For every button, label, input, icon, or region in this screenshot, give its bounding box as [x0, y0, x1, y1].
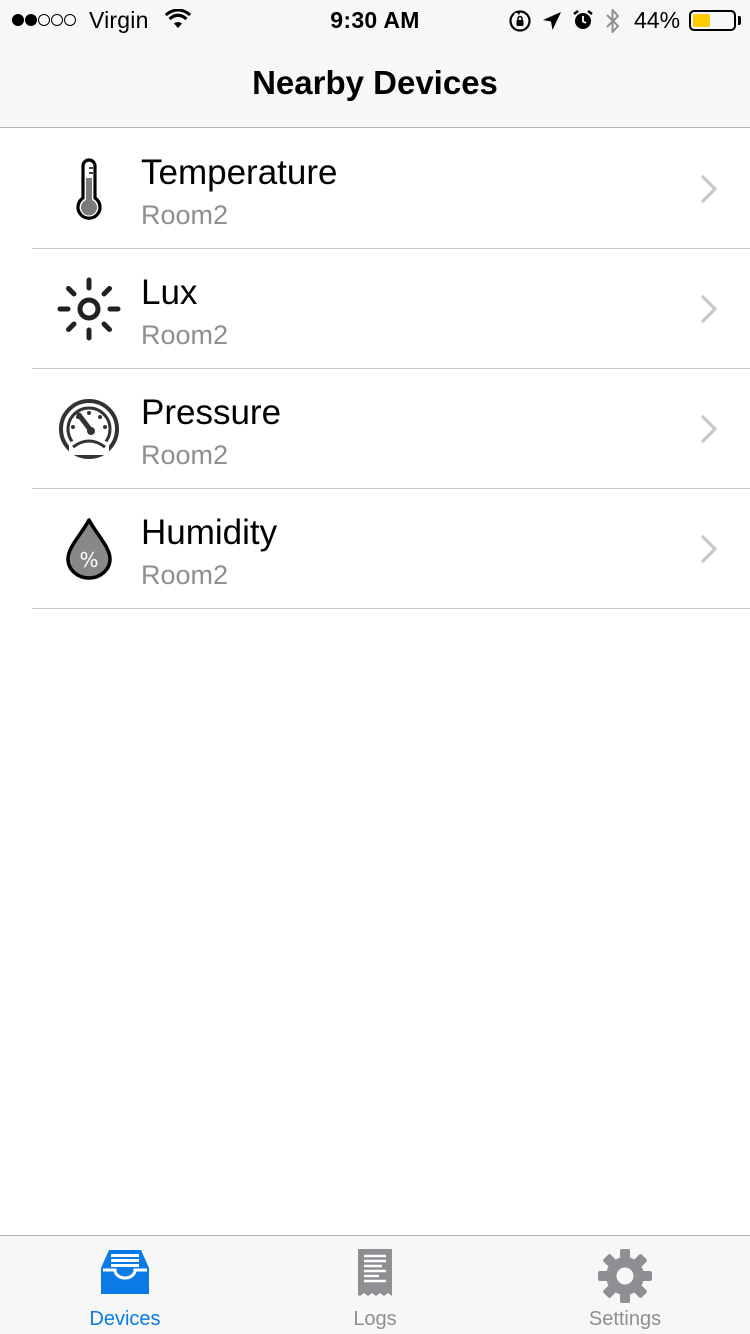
tab-logs[interactable]: Logs: [250, 1236, 500, 1334]
navigation-bar: Nearby Devices: [0, 40, 750, 128]
chevron-right-icon: [701, 415, 717, 443]
bluetooth-icon: [606, 9, 619, 33]
gauge-icon: [54, 396, 124, 462]
sun-icon: [54, 276, 124, 342]
status-bar: Virgin 9:30 AM 44%: [0, 0, 750, 40]
svg-text:%: %: [79, 548, 98, 572]
row-separator: [32, 608, 750, 609]
device-location: Room2: [141, 440, 229, 470]
tab-label: Devices: [89, 1308, 161, 1330]
device-list: Temperature Room2 Lux Room2 Pressure Roo…: [0, 129, 750, 609]
device-location: Room2: [141, 560, 229, 590]
tab-settings[interactable]: Settings: [500, 1236, 750, 1334]
chevron-right-icon: [701, 535, 717, 563]
device-row-pressure[interactable]: Pressure Room2: [0, 369, 750, 489]
device-name: Lux: [141, 273, 198, 312]
device-name: Humidity: [141, 513, 278, 552]
inbox-tray-icon: [0, 1248, 250, 1302]
rotation-lock-icon: [509, 10, 531, 32]
device-name: Pressure: [141, 393, 282, 432]
device-location: Room2: [141, 200, 229, 230]
device-name: Temperature: [141, 153, 338, 192]
page-title: Nearby Devices: [252, 64, 498, 101]
chevron-right-icon: [701, 295, 717, 323]
device-location: Room2: [141, 320, 229, 350]
battery-percentage: 44%: [634, 7, 681, 33]
gear-icon: [500, 1248, 750, 1303]
location-icon: [543, 12, 561, 30]
battery-icon: [689, 10, 736, 31]
alarm-icon: [573, 10, 593, 29]
thermometer-icon: [54, 156, 124, 222]
chevron-right-icon: [701, 175, 717, 203]
tab-devices[interactable]: Devices: [0, 1236, 250, 1334]
device-row-humidity[interactable]: % Humidity Room2: [0, 489, 750, 609]
battery-nub: [738, 16, 741, 25]
humidity-drop-icon: %: [54, 516, 124, 582]
tab-label: Settings: [588, 1308, 662, 1330]
device-row-temperature[interactable]: Temperature Room2: [0, 129, 750, 249]
tab-bar: Devices Logs Settings: [0, 1235, 750, 1334]
battery-level-fill: [693, 14, 710, 27]
tab-label: Logs: [353, 1308, 397, 1330]
receipt-icon: [250, 1248, 500, 1302]
screen: Virgin 9:30 AM 44% Nearby Devices Temper…: [0, 0, 750, 1334]
device-row-lux[interactable]: Lux Room2: [0, 249, 750, 369]
